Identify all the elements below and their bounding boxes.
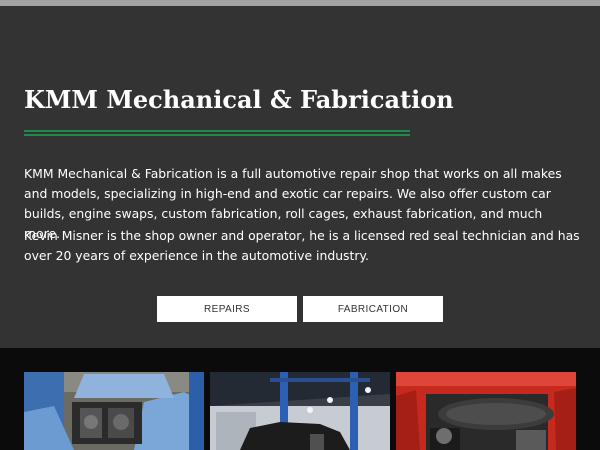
gallery-photo-shop-lift[interactable] (210, 372, 390, 450)
title-divider-line (24, 130, 410, 132)
photo-corvette-engine (24, 372, 204, 450)
repairs-button[interactable]: REPAIRS (157, 296, 297, 322)
gallery-photo-engine-bay[interactable] (24, 372, 204, 450)
title-divider-line (24, 134, 410, 136)
fabrication-button[interactable]: FABRICATION (303, 296, 443, 322)
gallery-photo-red-engine[interactable] (396, 372, 576, 450)
page-title: KMM Mechanical & Fabrication (24, 85, 454, 114)
photo-red-engine (396, 372, 576, 450)
owner-paragraph: Kevin Misner is the shop owner and opera… (24, 228, 580, 263)
photo-shop-lift (210, 372, 390, 450)
